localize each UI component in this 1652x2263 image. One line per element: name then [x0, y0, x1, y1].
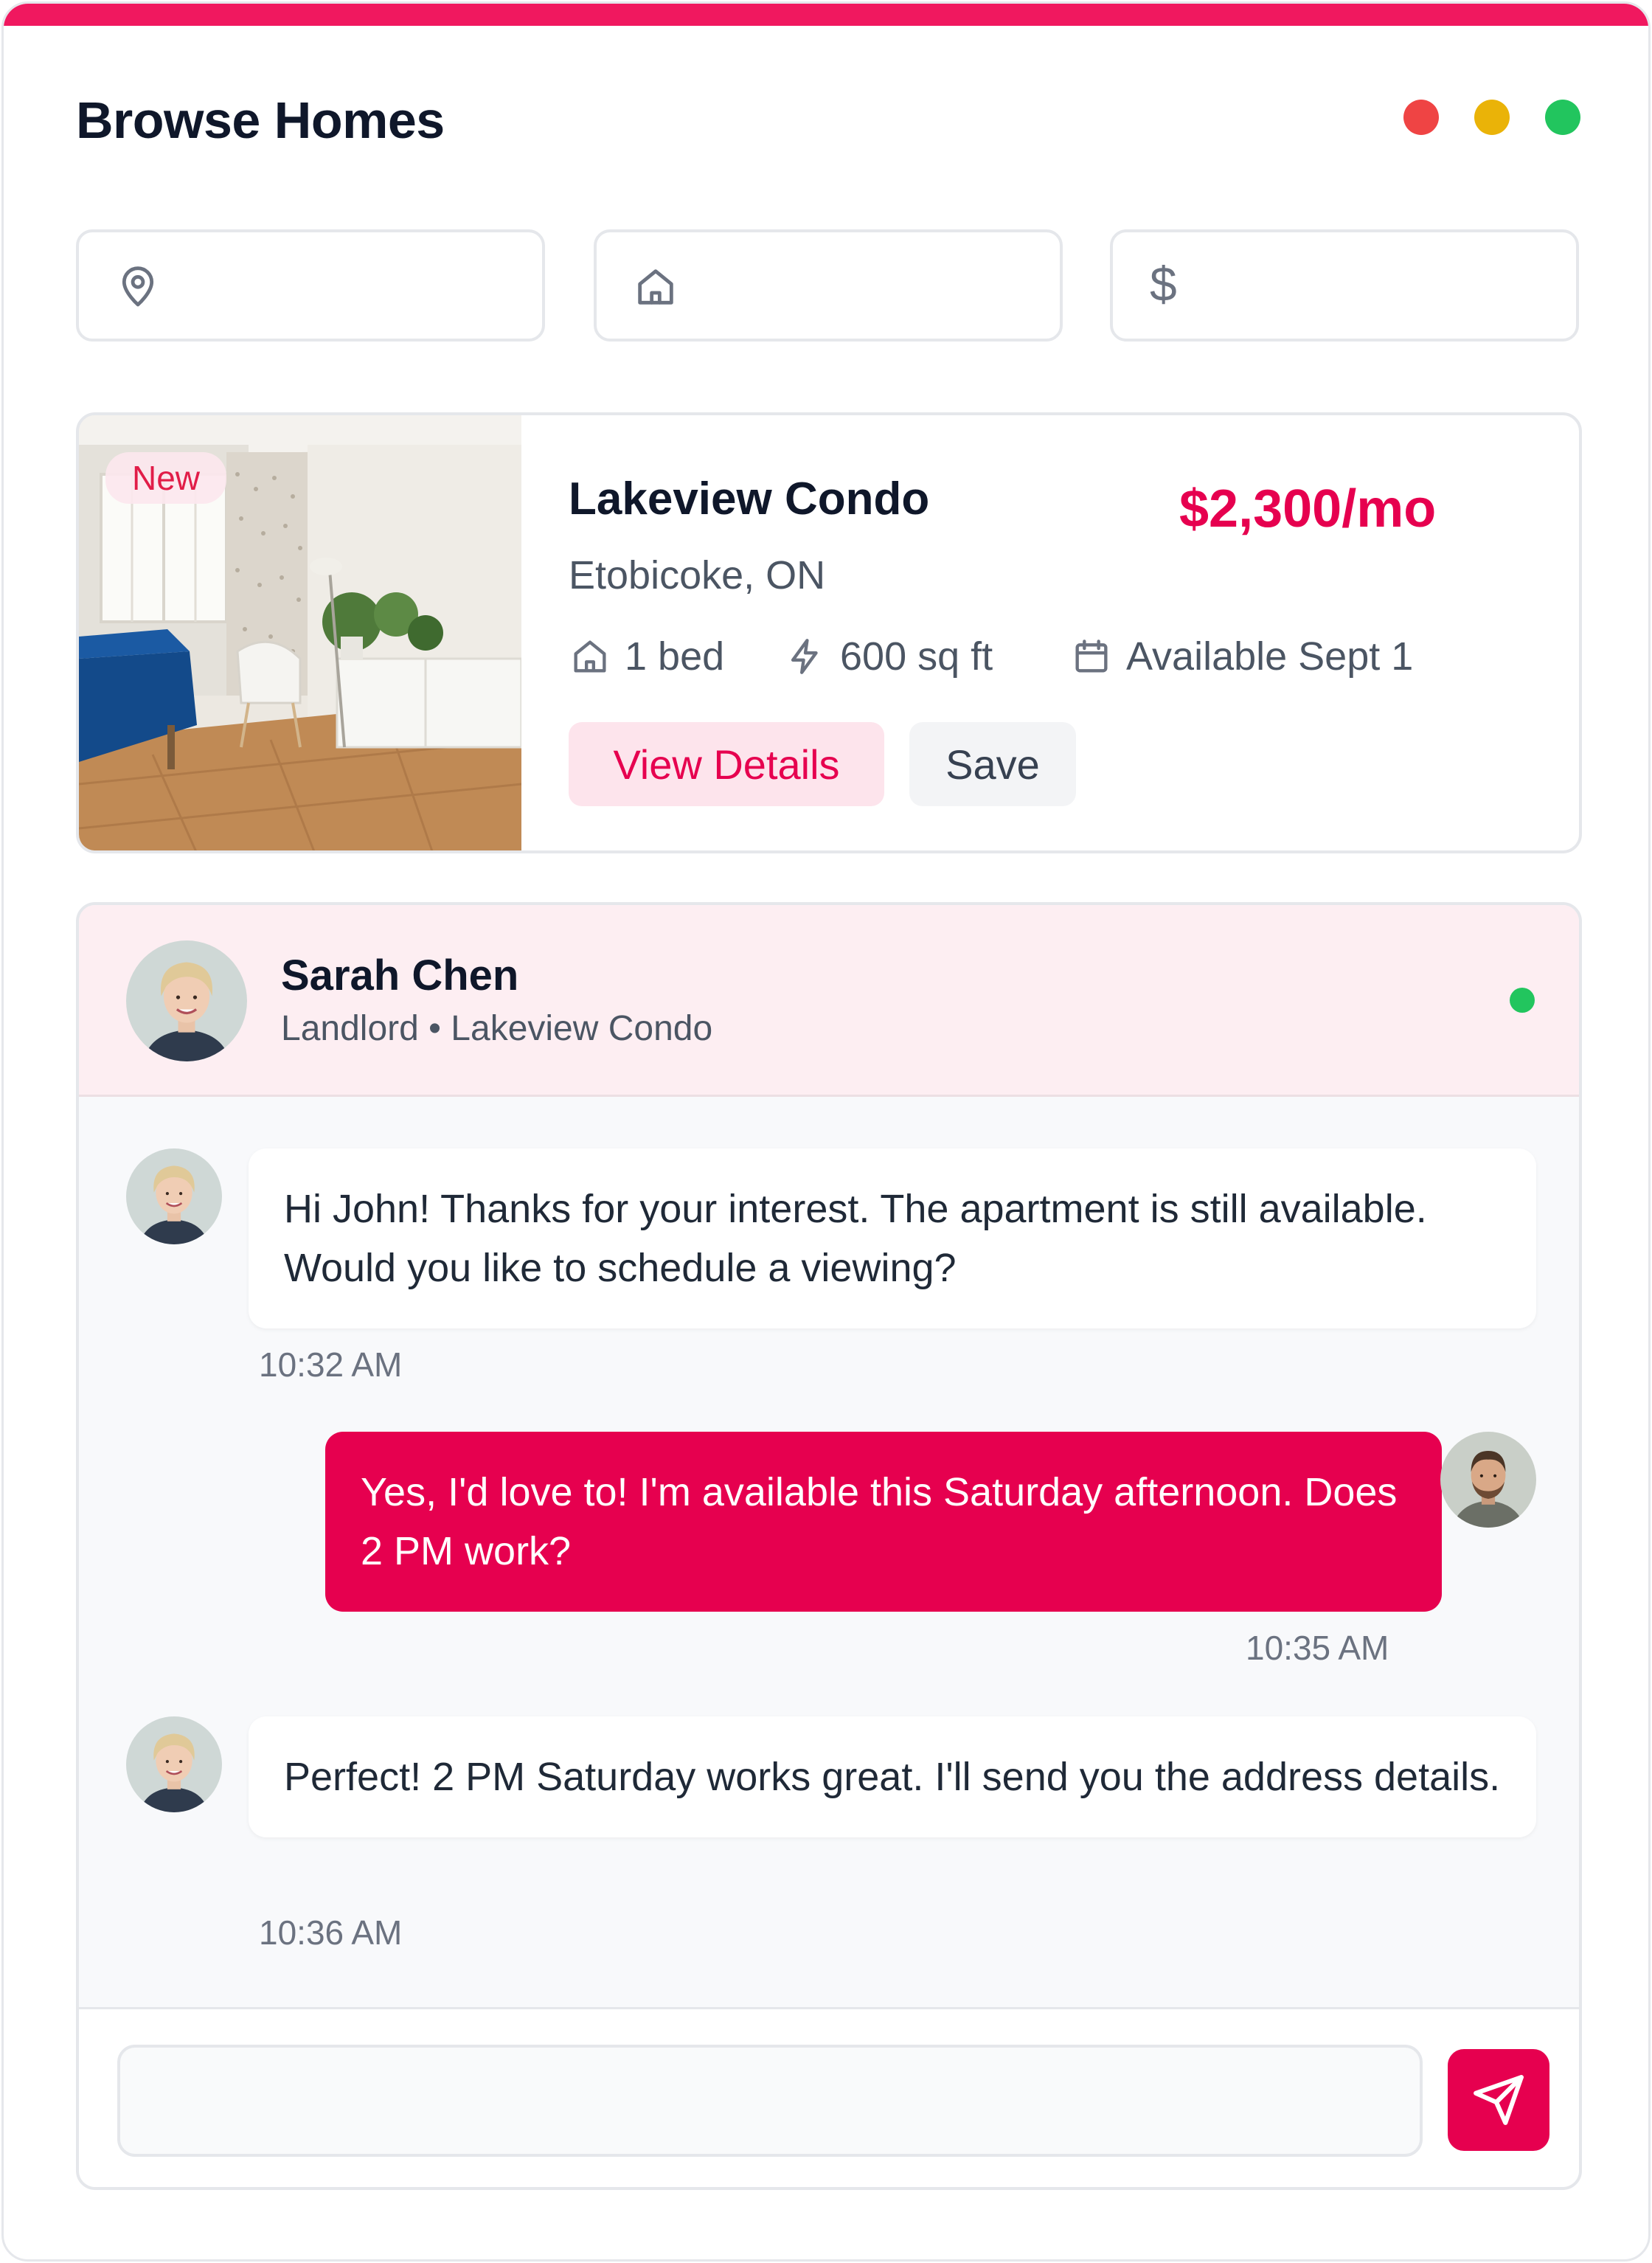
sender-avatar [126, 1716, 222, 1812]
man-avatar-image [1440, 1432, 1536, 1528]
beds-label: 1 bed [625, 634, 725, 679]
online-status-indicator [1510, 988, 1535, 1013]
home-icon [574, 640, 606, 673]
page-title: Browse Homes [76, 91, 445, 149]
maximize-window-button[interactable] [1545, 100, 1580, 135]
contact-name: Sarah Chen [281, 952, 519, 999]
home-icon [638, 269, 673, 305]
property-type-filter[interactable] [594, 229, 1063, 342]
message-input[interactable] [117, 2045, 1423, 2157]
calendar-icon [1075, 640, 1108, 673]
size-info: 600 sq ft [784, 634, 993, 679]
location-filter[interactable] [76, 229, 545, 342]
message-bubble-incoming: Perfect! 2 PM Saturday works great. I'll… [249, 1716, 1536, 1837]
message-bubble-incoming: Hi John! Thanks for your interest. The a… [249, 1148, 1536, 1328]
chat-panel: Sarah Chen Landlord • Lakeview Condo Hi … [76, 902, 1582, 2190]
listing-card[interactable]: New Lakeview Condo $2,300/mo Etobicoke, … [76, 412, 1582, 853]
listing-photo: New [79, 415, 521, 850]
price-filter[interactable]: $ [1110, 229, 1579, 342]
app-window: Browse Homes $ New Lakeview Condo $2,300… [1, 1, 1651, 2262]
beds-info: 1 bed [569, 634, 724, 679]
chat-header: Sarah Chen Landlord • Lakeview Condo [79, 905, 1579, 1097]
accent-bar [4, 4, 1648, 26]
listing-price: $2,300/mo [1179, 479, 1437, 538]
woman-avatar-image [126, 940, 247, 1061]
location-input[interactable] [160, 259, 521, 312]
availability-info: Available Sept 1 [1070, 634, 1413, 679]
message-timestamp: 10:35 AM [1246, 1629, 1389, 1667]
message-timestamp: 10:36 AM [259, 1913, 403, 1952]
contact-subtitle: Landlord • Lakeview Condo [281, 1009, 713, 1048]
property-type-input[interactable] [678, 259, 1039, 312]
sender-avatar [126, 1148, 222, 1244]
message-bubble-outgoing: Yes, I'd love to! I'm available this Sat… [325, 1432, 1442, 1612]
send-button[interactable] [1448, 2049, 1549, 2151]
send-icon [1474, 2075, 1524, 2125]
view-details-button[interactable]: View Details [569, 722, 884, 806]
close-window-button[interactable] [1403, 100, 1439, 135]
user-avatar [1440, 1432, 1536, 1528]
map-pin-icon [122, 266, 154, 307]
listing-location: Etobicoke, ON [569, 553, 826, 597]
availability-label: Available Sept 1 [1126, 634, 1414, 679]
lightning-icon [791, 639, 818, 674]
contact-avatar[interactable] [126, 940, 247, 1061]
new-badge: New [105, 452, 227, 504]
size-label: 600 sq ft [840, 634, 993, 679]
listing-title[interactable]: Lakeview Condo [569, 473, 929, 525]
price-input[interactable] [1194, 259, 1555, 312]
woman-avatar-image [126, 1148, 222, 1244]
woman-avatar-image [126, 1716, 222, 1812]
message-composer [79, 2009, 1579, 2187]
dollar-icon: $ [1150, 257, 1177, 311]
save-button[interactable]: Save [909, 722, 1076, 806]
minimize-window-button[interactable] [1474, 100, 1510, 135]
message-timestamp: 10:32 AM [259, 1345, 403, 1384]
